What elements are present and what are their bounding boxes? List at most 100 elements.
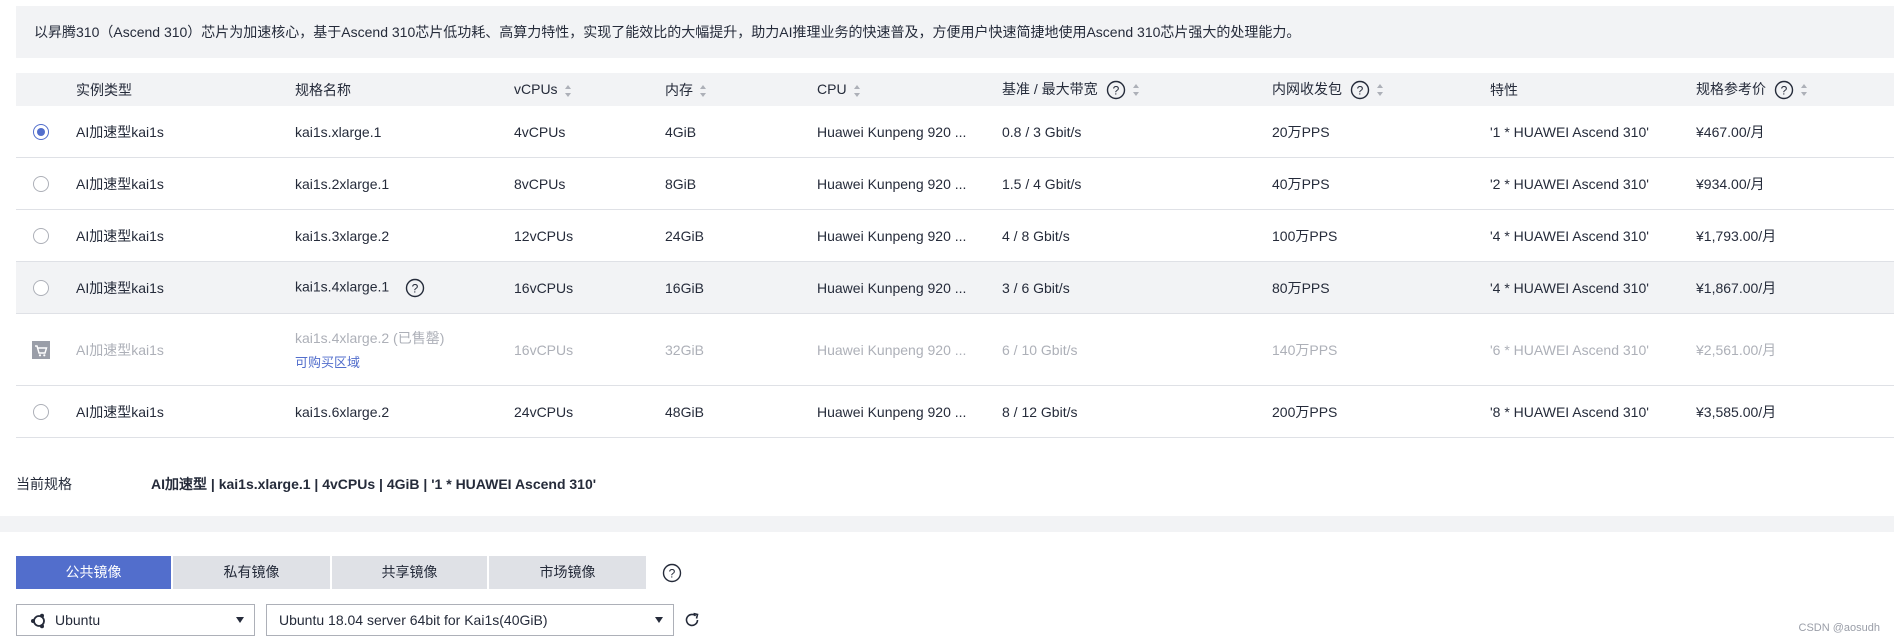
cell-memory: 24GiB [655,209,807,262]
select-cell [16,313,66,386]
sort-icon[interactable] [853,84,861,98]
help-icon[interactable]: ? [1350,80,1370,100]
cart-soldout-icon [32,340,50,359]
header-feature: 特性 [1480,73,1686,106]
help-icon[interactable]: ? [1106,80,1126,100]
cell-name: kai1s.6xlarge.2 [285,385,504,438]
header-select [16,73,66,106]
cell-bandwidth: 6 / 10 Gbit/s [992,313,1262,386]
image-type-tabs: 公共镜像 私有镜像 共享镜像 市场镜像 [16,556,648,589]
table-row[interactable]: AI加速型kai1s kai1s.6xlarge.2 24vCPUs 48GiB… [16,385,1894,438]
cell-bandwidth: 4 / 8 Gbit/s [992,209,1262,262]
cell-feature: '1 * HUAWEI Ascend 310' [1480,106,1686,158]
sort-icon[interactable] [1376,83,1384,97]
refresh-icon[interactable] [683,611,701,629]
image-select[interactable]: Ubuntu 18.04 server 64bit for Kai1s(40Gi… [266,604,674,636]
tab-private-image[interactable]: 私有镜像 [173,556,330,589]
cell-name: kai1s.3xlarge.2 [285,209,504,262]
cell-cpu: Huawei Kunpeng 920 ... [807,157,992,210]
cell-type: AI加速型kai1s [66,385,285,438]
cell-feature: '2 * HUAWEI Ascend 310' [1480,157,1686,210]
svg-text:?: ? [1357,84,1364,98]
cell-price: ¥2,561.00/月 [1686,313,1894,386]
cell-bandwidth: 0.8 / 3 Gbit/s [992,106,1262,158]
cell-memory: 8GiB [655,157,807,210]
cell-price: ¥1,793.00/月 [1686,209,1894,262]
cell-memory: 32GiB [655,313,807,386]
available-regions-link[interactable]: 可购买区域 [295,352,504,371]
cell-pps: 200万PPS [1262,385,1480,438]
table-header-row: 实例类型 规格名称 vCPUs 内存 CPU 基准 / 最大带宽? 内网收发包?… [16,73,1894,106]
cell-feature: '8 * HUAWEI Ascend 310' [1480,385,1686,438]
table-row[interactable]: AI加速型kai1s kai1s.2xlarge.1 8vCPUs 8GiB H… [16,157,1894,210]
table-row-soldout: AI加速型kai1s kai1s.4xlarge.2 (已售罄) 可购买区域 1… [16,313,1894,386]
select-cell[interactable] [16,157,66,210]
help-icon[interactable]: ? [405,278,425,298]
table-row[interactable]: AI加速型kai1s kai1s.4xlarge.1? 16vCPUs 16Gi… [16,261,1894,314]
sort-icon[interactable] [1800,83,1808,97]
cell-cpu: Huawei Kunpeng 920 ... [807,209,992,262]
help-icon[interactable]: ? [1774,80,1794,100]
svg-text:?: ? [669,567,676,581]
cell-name: kai1s.2xlarge.1 [285,157,504,210]
banner-text: 以昇腾310（Ascend 310）芯片为加速核心，基于Ascend 310芯片… [34,24,1301,40]
info-banner: 以昇腾310（Ascend 310）芯片为加速核心，基于Ascend 310芯片… [16,6,1894,58]
radio-selected[interactable] [33,124,49,141]
select-cell[interactable] [16,385,66,438]
svg-text:?: ? [1112,84,1119,98]
radio[interactable] [33,176,49,193]
cell-pps: 100万PPS [1262,209,1480,262]
header-vcpus[interactable]: vCPUs [504,73,655,106]
tab-shared-image[interactable]: 共享镜像 [332,556,487,589]
current-spec-label: 当前规格 [16,476,72,492]
header-price[interactable]: 规格参考价? [1686,73,1894,106]
radio[interactable] [33,280,49,297]
cell-price: ¥3,585.00/月 [1686,385,1894,438]
cell-name: kai1s.4xlarge.2 (已售罄) 可购买区域 [285,313,504,386]
cell-type: AI加速型kai1s [66,106,285,158]
cell-name: kai1s.xlarge.1 [285,106,504,158]
cell-cpu: Huawei Kunpeng 920 ... [807,385,992,438]
cell-type: AI加速型kai1s [66,313,285,386]
header-memory[interactable]: 内存 [655,73,807,106]
chevron-down-icon [236,617,244,623]
cell-vcpus: 16vCPUs [504,313,655,386]
help-icon[interactable]: ? [662,563,682,583]
cell-cpu: Huawei Kunpeng 920 ... [807,313,992,386]
cell-memory: 16GiB [655,261,807,314]
cell-type: AI加速型kai1s [66,209,285,262]
cell-vcpus: 16vCPUs [504,261,655,314]
header-name: 规格名称 [285,73,504,106]
cell-vcpus: 12vCPUs [504,209,655,262]
radio[interactable] [33,228,49,245]
header-type: 实例类型 [66,73,285,106]
select-cell[interactable] [16,261,66,314]
radio[interactable] [33,404,49,421]
cell-memory: 4GiB [655,106,807,158]
cell-price: ¥1,867.00/月 [1686,261,1894,314]
cell-vcpus: 24vCPUs [504,385,655,438]
current-spec-value: AI加速型 | kai1s.xlarge.1 | 4vCPUs | 4GiB |… [151,476,597,492]
flavor-name: kai1s.4xlarge.1 [295,278,390,295]
section-divider [0,516,1894,532]
cell-cpu: Huawei Kunpeng 920 ... [807,106,992,158]
sort-icon[interactable] [699,84,707,98]
header-bandwidth[interactable]: 基准 / 最大带宽? [992,73,1262,106]
cell-memory: 48GiB [655,385,807,438]
header-pps[interactable]: 内网收发包? [1262,73,1480,106]
cell-pps: 40万PPS [1262,157,1480,210]
select-cell[interactable] [16,209,66,262]
table-row[interactable]: AI加速型kai1s kai1s.3xlarge.2 12vCPUs 24GiB… [16,209,1894,262]
tab-market-image[interactable]: 市场镜像 [489,556,646,589]
cell-feature: '4 * HUAWEI Ascend 310' [1480,209,1686,262]
select-cell[interactable] [16,106,66,158]
os-select-value: Ubuntu [55,612,101,628]
chevron-down-icon [655,617,663,623]
table-row[interactable]: AI加速型kai1s kai1s.xlarge.1 4vCPUs 4GiB Hu… [16,106,1894,158]
svg-text:?: ? [1781,84,1788,98]
os-select[interactable]: Ubuntu [16,604,255,636]
sort-icon[interactable] [564,84,572,98]
tab-public-image[interactable]: 公共镜像 [16,556,171,589]
header-cpu[interactable]: CPU [807,73,992,106]
sort-icon[interactable] [1132,83,1140,97]
